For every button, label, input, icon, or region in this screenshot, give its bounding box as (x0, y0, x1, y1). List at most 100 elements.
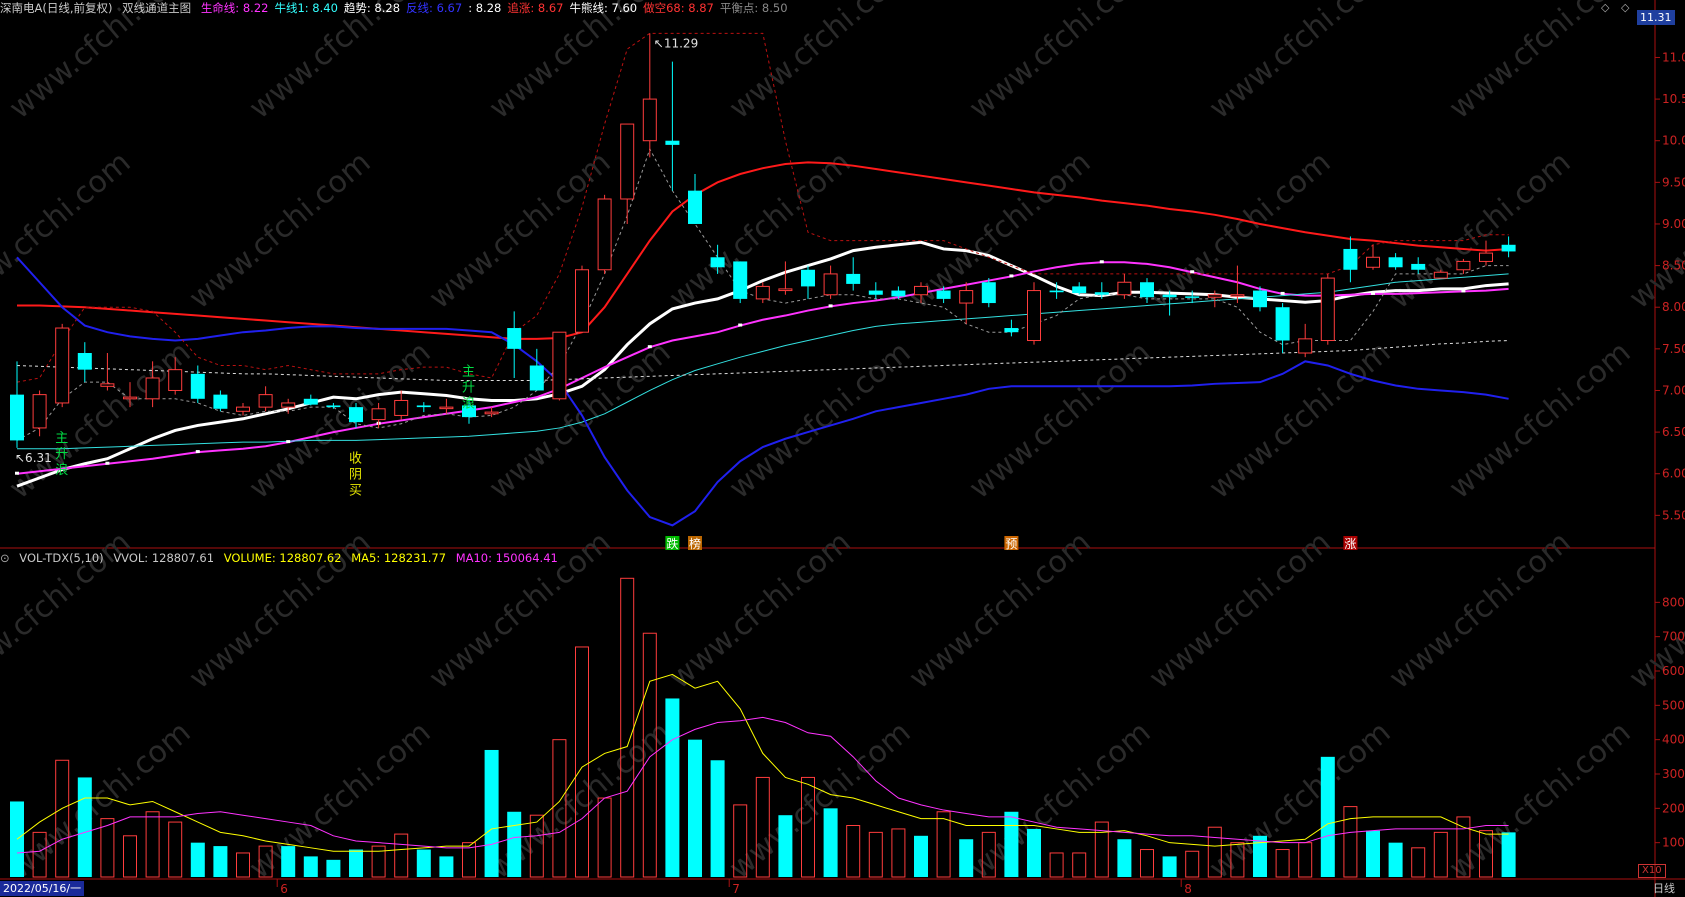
volume-bar-up (868, 831, 883, 878)
candle[interactable] (529, 348, 544, 391)
candle-body-down (303, 398, 318, 405)
candle[interactable] (236, 402, 250, 416)
candle[interactable] (1320, 273, 1335, 345)
volume-bar-down (1501, 832, 1516, 877)
candle-body-up (1456, 260, 1471, 271)
candle[interactable] (1298, 323, 1313, 358)
signal-label: 买 (349, 484, 362, 499)
candle[interactable] (281, 398, 296, 414)
candle-body-down (1501, 244, 1516, 252)
settings-diamond-icon[interactable]: ◇ (1618, 0, 1632, 15)
candle[interactable] (868, 282, 883, 299)
candle-body-up (914, 285, 928, 296)
candle[interactable] (32, 390, 47, 437)
signal-label: 升 (462, 380, 475, 395)
candle-body-down (1411, 263, 1426, 270)
candle[interactable] (1388, 253, 1403, 270)
candle[interactable] (1004, 319, 1019, 337)
candle-body-down (416, 405, 431, 408)
candle[interactable] (575, 265, 589, 333)
candle[interactable] (688, 174, 702, 224)
candle[interactable] (1072, 282, 1087, 295)
candle[interactable] (665, 61, 680, 191)
volume-tick-label: 70000 (1662, 630, 1685, 644)
volume-bar-down (710, 760, 725, 877)
stock-title[interactable]: 深南电A(日线,前复权) (0, 1, 113, 15)
lifeline-marker (738, 323, 743, 327)
price-tick-label: 8.00 (1662, 300, 1685, 314)
volume-indicator-name[interactable]: VOL-TDX(5,10) (19, 551, 103, 565)
candle-body-down (1275, 307, 1290, 341)
candle[interactable] (1343, 236, 1358, 283)
candle[interactable] (303, 394, 318, 406)
candle[interactable] (959, 282, 974, 324)
candle[interactable] (1501, 236, 1516, 258)
candle[interactable] (258, 386, 273, 412)
candle[interactable] (552, 331, 567, 401)
volume-bar-down (914, 835, 928, 877)
volume-bar-up (1411, 847, 1426, 878)
volume-bar-up (620, 577, 635, 878)
candle-body-up (1117, 281, 1132, 296)
volume-bar-down (326, 859, 341, 877)
watermark-text: www.cfchi.com (183, 145, 378, 316)
candle[interactable] (642, 33, 657, 158)
candle[interactable] (100, 353, 115, 391)
candle[interactable] (846, 257, 861, 291)
volume-bar-up (597, 797, 612, 878)
period-label[interactable]: 日线 (1650, 881, 1678, 896)
candle[interactable] (981, 278, 996, 308)
diamond-icon[interactable]: ◇ (1598, 0, 1612, 15)
price-badge: 11.31 (1637, 10, 1675, 25)
collapse-icon[interactable]: ⊙ (0, 551, 10, 565)
lifeline-marker (1461, 289, 1466, 293)
candle[interactable] (1027, 282, 1041, 345)
high-label: ↖11.29 (654, 36, 698, 50)
volume-bar-up (1343, 806, 1358, 878)
candle-body-up (1433, 271, 1448, 279)
candle[interactable] (77, 342, 92, 383)
candle[interactable] (213, 390, 228, 412)
candle[interactable] (778, 261, 793, 295)
ma5-value: MA5: 128231.77 (351, 551, 447, 565)
price-tick-label: 9.00 (1662, 217, 1685, 231)
candle[interactable] (597, 194, 612, 274)
volume-bar-up (575, 646, 589, 878)
candle[interactable] (733, 261, 748, 304)
candle[interactable] (416, 402, 431, 413)
candle-body-up (1027, 290, 1041, 342)
candle[interactable] (801, 265, 815, 299)
volume-tick-label: 30000 (1662, 767, 1685, 781)
candle[interactable] (190, 365, 205, 403)
volume-bar-up (145, 811, 160, 878)
signal-tag-text: 榜 (689, 536, 701, 551)
candle[interactable] (620, 123, 635, 224)
indicator-name[interactable]: 双线通道主图 (122, 1, 191, 15)
price-tick-label: 10.00 (1662, 134, 1685, 148)
lifeline-marker (1099, 260, 1104, 264)
volume-bar-down (439, 856, 454, 877)
volume-bar-down (190, 842, 205, 877)
candle[interactable] (55, 323, 70, 408)
volume-tick-label: 80000 (1662, 595, 1685, 609)
candle-body-up (642, 98, 657, 142)
volume-bar-up (123, 835, 137, 878)
candle[interactable] (10, 361, 24, 448)
lifeline-marker (105, 461, 110, 465)
candle[interactable] (507, 311, 522, 378)
volume-bar-down (1027, 828, 1041, 877)
candle-body-up (439, 406, 454, 410)
indicator-value-7: 做空68: 8.87 (643, 1, 714, 15)
candle[interactable] (439, 398, 454, 414)
candle[interactable] (823, 265, 838, 299)
candle-body-down (1094, 292, 1109, 295)
candle-body-down (981, 282, 996, 304)
watermark-text: www.cfchi.com (903, 525, 1098, 696)
candle[interactable] (755, 282, 770, 304)
candle-body-down (846, 273, 861, 284)
candle[interactable] (1275, 303, 1290, 354)
candle[interactable] (1117, 273, 1132, 299)
volume-bar-down (1366, 830, 1380, 877)
volume-bar-up (1072, 852, 1087, 878)
candle[interactable] (1456, 258, 1471, 274)
